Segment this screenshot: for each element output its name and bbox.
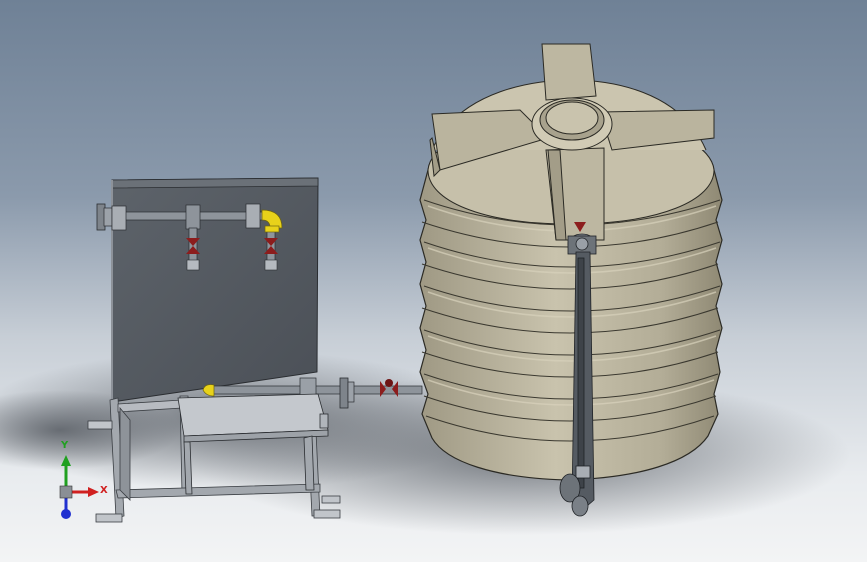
graphics-viewport[interactable]: Y X <box>0 0 867 562</box>
water-tank[interactable] <box>419 43 723 481</box>
cad-model-scene[interactable] <box>0 0 867 562</box>
back-panel <box>111 177 319 403</box>
x-axis-label: X <box>100 485 108 496</box>
y-axis-label: Y <box>61 440 69 451</box>
manhole-lid <box>531 97 613 151</box>
